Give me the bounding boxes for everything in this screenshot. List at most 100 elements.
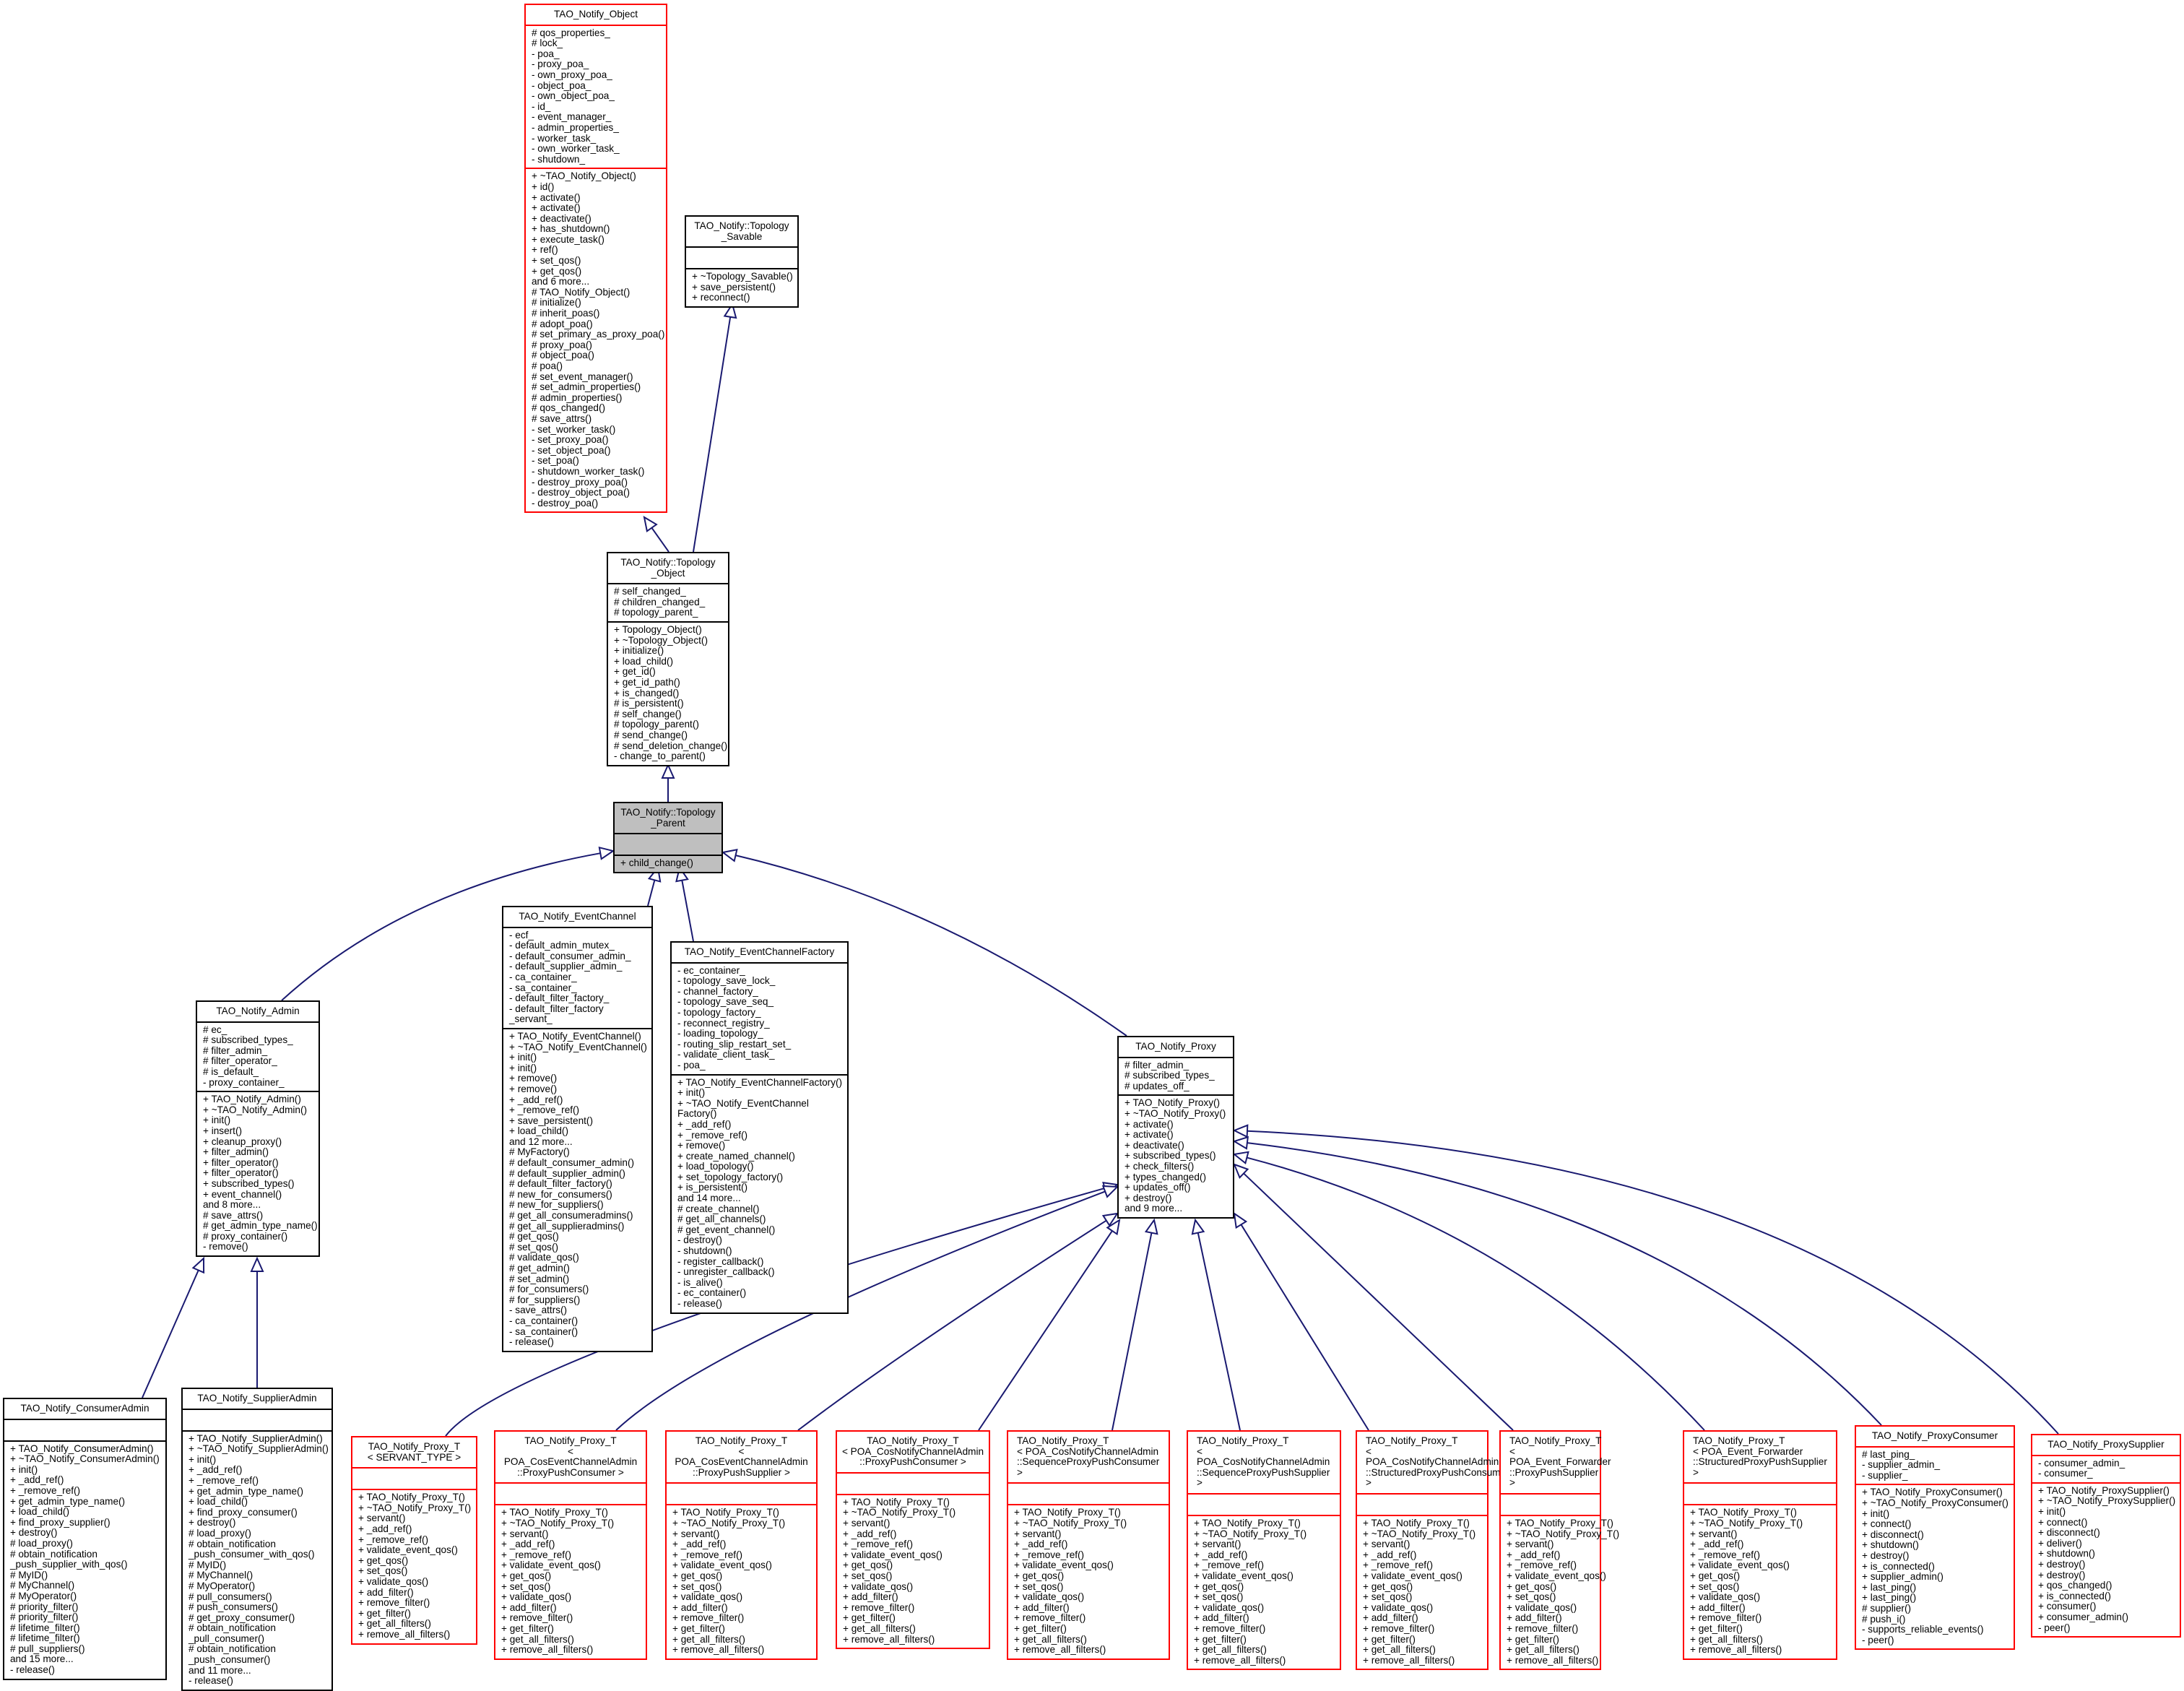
method[interactable]: + _remove_ref() (1690, 1549, 1830, 1561)
method[interactable]: # initialize() (532, 298, 660, 308)
method[interactable]: + destroy() (10, 1528, 160, 1539)
method[interactable]: + remove_filter() (358, 1598, 470, 1609)
method[interactable]: - destroy_poa() (532, 498, 660, 509)
class-topology-parent[interactable]: TAO_Notify::Topology _Parent + child_chang… (613, 802, 723, 873)
method[interactable]: + id() (532, 181, 660, 193)
method[interactable]: _pull_consumer() (188, 1633, 326, 1645)
method[interactable]: + ~TAO_Notify_Proxy_T() (358, 1502, 471, 1514)
method[interactable]: - shutdown_worker_task() (532, 466, 660, 477)
method[interactable]: + get_all_filters() (1363, 1644, 1481, 1656)
method[interactable]: # new_for_suppliers() (509, 1200, 646, 1211)
method[interactable]: # set_admin_properties() (532, 382, 660, 393)
more-members-link[interactable]: and 11 more... (188, 1665, 326, 1677)
method[interactable]: + ~TAO_Notify_Proxy_T() (1690, 1518, 1830, 1529)
method[interactable]: + _add_ref() (501, 1539, 640, 1550)
method[interactable]: - unregister_callback() (677, 1267, 841, 1278)
method[interactable]: + destroy() (2038, 1570, 2174, 1581)
method[interactable]: + remove_filter() (1194, 1623, 1334, 1635)
attribute[interactable]: # updates_off_ (1124, 1081, 1227, 1092)
method[interactable]: # MyOperator() (10, 1591, 160, 1602)
method[interactable]: + get_all_filters() (843, 1623, 983, 1635)
method[interactable]: - release() (188, 1676, 326, 1687)
method[interactable]: + _add_ref() (1690, 1539, 1830, 1550)
method[interactable]: + get_qos() (1507, 1581, 1594, 1593)
method[interactable]: + _add_ref() (843, 1528, 983, 1540)
method[interactable]: + load_topology() (677, 1162, 841, 1172)
attribute[interactable]: - own_worker_task_ (532, 144, 660, 155)
method[interactable]: + servant() (672, 1528, 810, 1540)
method[interactable]: + _remove_ref() (358, 1534, 470, 1546)
attribute[interactable]: - own_object_poa_ (532, 91, 660, 102)
method[interactable]: + TAO_Notify_Proxy_T() (358, 1492, 470, 1503)
class-proxy-supplier[interactable]: TAO_Notify_ProxySupplier - consumer_admin… (2031, 1434, 2181, 1638)
method[interactable]: + get_id_path() (614, 677, 722, 688)
method[interactable]: + TAO_Notify_EventChannel() (509, 1031, 646, 1042)
class-proxy-t-cosnotify-sequence-proxy-push-supplier[interactable]: TAO_Notify_Proxy_T < POA_CosNotifyChannel… (1187, 1430, 1341, 1671)
method[interactable]: + get_filter() (358, 1608, 470, 1619)
method[interactable]: # obtain_notification (10, 1549, 160, 1560)
method[interactable]: # default_filter_factory() (509, 1179, 646, 1190)
method[interactable]: + ~TAO_Notify_Proxy_T() (672, 1518, 810, 1529)
class-proxy-t-cosnotify-sequence-proxy-push-consumer[interactable]: TAO_Notify_Proxy_T < POA_CosNotifyChannel… (1007, 1430, 1170, 1660)
method[interactable]: + get_qos() (672, 1570, 810, 1582)
attribute[interactable]: - routing_slip_restart_set_ (677, 1039, 841, 1050)
method[interactable]: + deactivate() (1124, 1140, 1227, 1151)
method[interactable]: + get_qos() (1014, 1570, 1163, 1582)
method[interactable]: + init() (203, 1115, 313, 1126)
method[interactable]: + _remove_ref() (677, 1130, 841, 1141)
method[interactable]: + save_persistent() (509, 1115, 646, 1127)
method[interactable]: + validate_qos() (1363, 1602, 1481, 1614)
attribute[interactable]: - poa_ (532, 48, 660, 60)
attribute[interactable]: - event_manager_ (532, 112, 660, 123)
class-proxy-consumer[interactable]: TAO_Notify_ProxyConsumer # last_ping_ - su… (1855, 1425, 2015, 1651)
method[interactable]: + Topology_Object() (614, 624, 722, 636)
method[interactable]: + filter_operator() (203, 1157, 313, 1169)
method[interactable]: + consumer_admin() (2038, 1612, 2174, 1623)
method[interactable]: + destroy() (1862, 1550, 2008, 1562)
attribute[interactable]: # filter_admin_ (1124, 1060, 1227, 1071)
method[interactable]: + subscribed_types() (203, 1178, 313, 1190)
method[interactable]: + _add_ref() (1507, 1549, 1594, 1561)
method[interactable]: + ~TAO_Notify_ProxySupplier() (2038, 1496, 2175, 1507)
method[interactable]: + ~TAO_Notify_ProxyConsumer() (1862, 1497, 2008, 1509)
method[interactable]: # lifetime_filter() (10, 1622, 160, 1634)
method[interactable]: # get_event_channel() (677, 1224, 841, 1236)
method[interactable]: + load_child() (188, 1497, 326, 1508)
method[interactable]: # get_all_channels() (677, 1214, 841, 1225)
class-proxy-t-forwarder-structured-proxy-push-supplier[interactable]: TAO_Notify_Proxy_T < POA_Event_Forwarder:… (1683, 1430, 1837, 1660)
attribute[interactable]: # last_ping_ (1862, 1449, 2008, 1461)
method[interactable]: - destroy_object_poa() (532, 488, 660, 498)
method[interactable]: + remove_filter() (1014, 1613, 1163, 1624)
attribute[interactable]: - ca_container_ (509, 972, 646, 983)
method[interactable]: + TAO_Notify_Proxy() (1124, 1098, 1227, 1109)
method[interactable]: + _add_ref() (677, 1119, 841, 1130)
method[interactable]: + remove_all_filters() (1194, 1655, 1334, 1666)
method[interactable]: + remove_filter() (501, 1613, 640, 1624)
method[interactable]: + is_persistent() (677, 1182, 841, 1193)
method[interactable]: # obtain_notification (188, 1539, 326, 1550)
more-members-link[interactable]: and 12 more... (509, 1136, 646, 1148)
method[interactable]: + get_filter() (1014, 1623, 1163, 1635)
method[interactable]: + ~TAO_Notify_Proxy_T() (1014, 1518, 1163, 1529)
method[interactable]: + connect() (2038, 1517, 2174, 1528)
method[interactable]: + TAO_Notify_Proxy_T() (672, 1508, 810, 1518)
attribute[interactable]: - consumer_admin_ (2038, 1458, 2174, 1469)
method[interactable]: - peer() (1862, 1635, 2008, 1646)
method[interactable]: + add_filter() (501, 1602, 640, 1614)
method[interactable]: + get_filter() (501, 1623, 640, 1635)
method[interactable]: # admin_properties() (532, 392, 660, 404)
method[interactable]: # send_change() (614, 730, 722, 741)
method[interactable]: + ~TAO_Notify_Object() (532, 171, 660, 182)
attribute[interactable]: - admin_properties_ (532, 122, 660, 134)
method[interactable]: # MyID() (188, 1560, 326, 1571)
method[interactable]: + init() (677, 1088, 841, 1099)
attribute[interactable]: - validate_client_task_ (677, 1050, 841, 1060)
attribute[interactable]: # self_changed_ (614, 587, 722, 597)
method[interactable]: + disconnect() (2038, 1528, 2174, 1539)
method[interactable]: - set_object_poa() (532, 445, 660, 457)
method[interactable]: + remove_filter() (1507, 1623, 1594, 1635)
attribute[interactable]: - reconnect_registry_ (677, 1018, 841, 1029)
method[interactable]: + add_filter() (1194, 1613, 1334, 1624)
method[interactable]: + _remove_ref() (672, 1549, 810, 1561)
method[interactable]: + validate_event_qos() (1014, 1560, 1163, 1571)
